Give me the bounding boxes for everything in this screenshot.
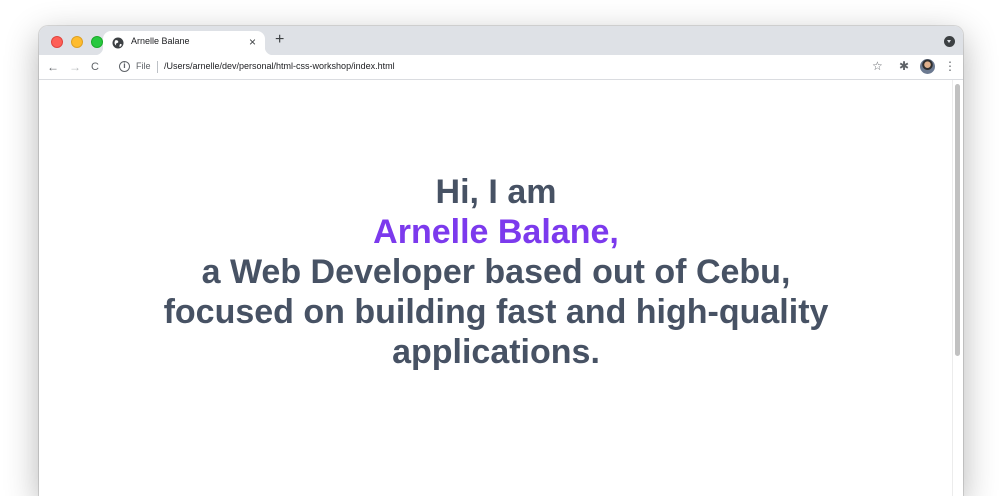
back-button[interactable]: ← [47, 59, 59, 75]
tab-title: Arnelle Balane [131, 36, 190, 46]
address-bar[interactable]: i File /Users/arnelle/dev/personal/html-… [113, 58, 893, 76]
scrollbar[interactable] [952, 80, 963, 496]
browser-window: Arnelle Balane × + ← → C i File /Users/a… [39, 26, 963, 496]
info-icon[interactable]: i [119, 61, 130, 72]
hero-line-greeting: Hi, I am [435, 173, 557, 211]
hero-line-focus: focused on building fast and high-qualit… [163, 293, 829, 331]
browser-toolbar: ← → C i File /Users/arnelle/dev/personal… [39, 55, 963, 80]
tab-strip: Arnelle Balane × + [39, 26, 963, 55]
page-viewport: Hi, I am Arnelle Balane, a Web Developer… [39, 80, 953, 496]
reload-button[interactable]: C [91, 59, 99, 75]
minimize-window-button[interactable] [71, 36, 83, 48]
hero-line-apps: applications. [392, 333, 600, 371]
new-tab-button[interactable]: + [275, 32, 284, 48]
forward-button[interactable]: → [69, 59, 81, 75]
hero-line-role: a Web Developer based out of Cebu, [201, 253, 791, 291]
scrollbar-thumb[interactable] [955, 84, 960, 356]
close-window-button[interactable] [51, 36, 63, 48]
url-text[interactable]: /Users/arnelle/dev/personal/html-css-wor… [164, 61, 395, 71]
extensions-icon[interactable]: ✱ [899, 59, 909, 73]
address-separator [157, 61, 158, 73]
tab-close-icon[interactable]: × [249, 35, 256, 49]
browser-tab[interactable]: Arnelle Balane × [95, 31, 273, 55]
menu-icon[interactable]: ⋮ [944, 59, 956, 73]
scheme-label: File [136, 61, 151, 71]
globe-icon [112, 37, 124, 49]
bookmark-star-icon[interactable]: ☆ [872, 59, 883, 73]
hero-heading: Hi, I am Arnelle Balane, a Web Developer… [39, 172, 953, 372]
hero-name: Arnelle Balane, [373, 213, 619, 251]
profile-avatar[interactable] [920, 59, 935, 74]
tab-search-icon[interactable] [944, 36, 955, 47]
